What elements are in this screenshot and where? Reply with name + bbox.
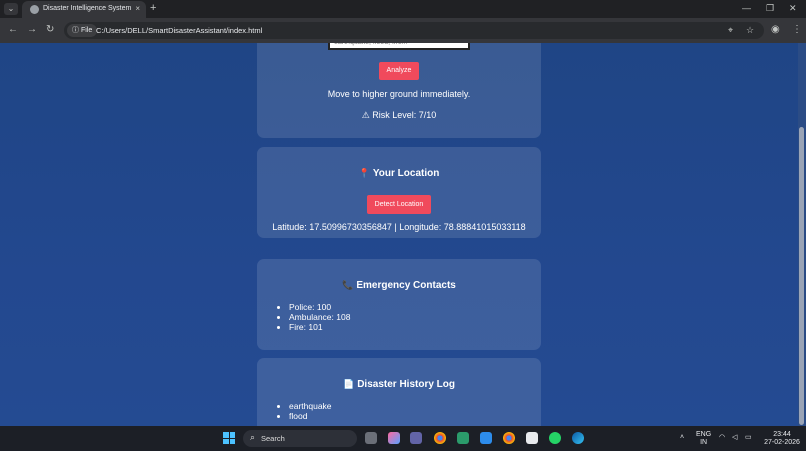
document-icon: 📄 xyxy=(342,379,355,389)
pin-icon: 📍 xyxy=(358,168,370,178)
list-item: flood xyxy=(289,411,332,421)
volume-icon[interactable]: ◁ xyxy=(732,434,737,442)
location-heading: 📍 Your Location xyxy=(257,168,541,179)
wifi-icon[interactable]: ◠ xyxy=(719,434,725,442)
page-viewport: Analyze Move to higher ground immediatel… xyxy=(0,43,806,426)
contacts-heading-text: Emergency Contacts xyxy=(356,280,456,291)
language-top: ENG xyxy=(696,431,712,438)
vscode-icon[interactable] xyxy=(480,432,492,444)
contacts-list: Police: 100 Ambulance: 108 Fire: 101 xyxy=(289,302,350,332)
tray-chevron-icon[interactable]: ˄ xyxy=(680,434,684,442)
analyze-button[interactable]: Analyze xyxy=(379,62,419,80)
search-label: Search xyxy=(261,434,285,443)
whatsapp-icon[interactable] xyxy=(549,432,561,444)
list-item: Police: 100 xyxy=(289,302,350,312)
tab-strip: ⌄ Disaster Intelligence System × + — ❐ ✕ xyxy=(0,0,806,18)
browser-toolbar: ← → ↻ ⓘ File C:/Users/DELL/SmartDisaster… xyxy=(0,18,806,43)
coordinates-text: Latitude: 17.50996730356847 | Longitude:… xyxy=(272,222,526,232)
copilot-icon[interactable] xyxy=(388,432,400,444)
snipping-tool-icon[interactable] xyxy=(526,432,538,444)
url-text[interactable]: C:/Users/DELL/SmartDisasterAssistant/ind… xyxy=(96,26,262,35)
battery-icon[interactable]: ▭ xyxy=(745,434,752,442)
history-heading-text: Disaster History Log xyxy=(357,379,456,390)
list-item: Ambulance: 108 xyxy=(289,312,350,322)
analysis-card: Analyze Move to higher ground immediatel… xyxy=(257,43,541,138)
address-bar[interactable]: ⓘ File C:/Users/DELL/SmartDisasterAssist… xyxy=(64,22,764,39)
advice-text: Move to higher ground immediately. xyxy=(327,89,471,99)
tab-title: Disaster Intelligence System xyxy=(43,5,132,12)
history-heading: 📄 Disaster History Log xyxy=(257,379,541,390)
minimize-icon[interactable]: — xyxy=(742,3,751,13)
detect-location-button[interactable]: Detect Location xyxy=(367,195,431,214)
close-window-icon[interactable]: ✕ xyxy=(789,3,797,14)
list-item: Fire: 101 xyxy=(289,322,350,332)
risk-level: ⚠ Risk Level: 7/10 xyxy=(361,110,437,120)
clock[interactable]: 23:44 27-02-2026 xyxy=(762,431,802,447)
menu-kebab-icon[interactable]: ⋮ xyxy=(792,24,802,35)
contacts-heading: 📞 Emergency Contacts xyxy=(257,280,541,291)
language-bottom: IN xyxy=(700,439,708,446)
close-tab-icon[interactable]: × xyxy=(135,4,140,13)
globe-icon xyxy=(30,5,39,14)
site-info-chip[interactable]: ⓘ File xyxy=(67,24,98,37)
contacts-card: 📞Emergency Contacts Police: 100 Ambulanc… xyxy=(257,259,541,350)
notes-icon[interactable] xyxy=(457,432,469,444)
taskbar-search[interactable]: ⌕ Search xyxy=(243,430,357,447)
location-card: 📍 Your Location Detect Location Latitude:… xyxy=(257,147,541,238)
location-heading-text: Your Location xyxy=(372,168,440,179)
tab-search-icon[interactable]: ⌄ xyxy=(4,3,18,15)
profile-icon[interactable]: ◉ xyxy=(771,24,780,35)
task-view-icon[interactable] xyxy=(365,432,377,444)
back-icon[interactable]: ← xyxy=(8,24,18,35)
restore-icon[interactable]: ❐ xyxy=(766,3,774,14)
history-card: 📄Disaster History Log earthquake flood xyxy=(257,358,541,426)
location-pin-icon[interactable]: ⌖ xyxy=(728,25,733,36)
page-scrollbar[interactable] xyxy=(798,43,806,426)
forward-icon[interactable]: → xyxy=(27,24,37,35)
teams-icon[interactable] xyxy=(410,432,422,444)
new-tab-button[interactable]: + xyxy=(150,2,156,14)
windows-start-icon[interactable] xyxy=(223,432,235,444)
taskbar: ⌕ Search ˄ ENG IN ◠ ◁ ▭ 23:44 27-02-2026 xyxy=(0,426,806,451)
edge-icon[interactable] xyxy=(572,432,584,444)
bookmark-star-icon[interactable]: ☆ xyxy=(746,25,754,36)
search-icon: ⌕ xyxy=(250,432,256,442)
clock-date: 27-02-2026 xyxy=(764,439,800,446)
language-indicator[interactable]: ENG IN xyxy=(696,431,711,447)
history-list: earthquake flood xyxy=(289,401,332,421)
disaster-input[interactable] xyxy=(328,43,470,50)
chrome-active-icon[interactable] xyxy=(503,432,515,444)
scrollbar-thumb[interactable] xyxy=(799,127,804,425)
file-chip-label: File xyxy=(80,27,93,34)
clock-time: 23:44 xyxy=(773,431,791,438)
list-item: earthquake xyxy=(289,401,332,411)
phone-icon: 📞 xyxy=(342,280,354,290)
browser-tab[interactable]: Disaster Intelligence System × xyxy=(22,1,146,18)
reload-icon[interactable]: ↻ xyxy=(46,24,54,35)
chrome-icon[interactable] xyxy=(434,432,446,444)
